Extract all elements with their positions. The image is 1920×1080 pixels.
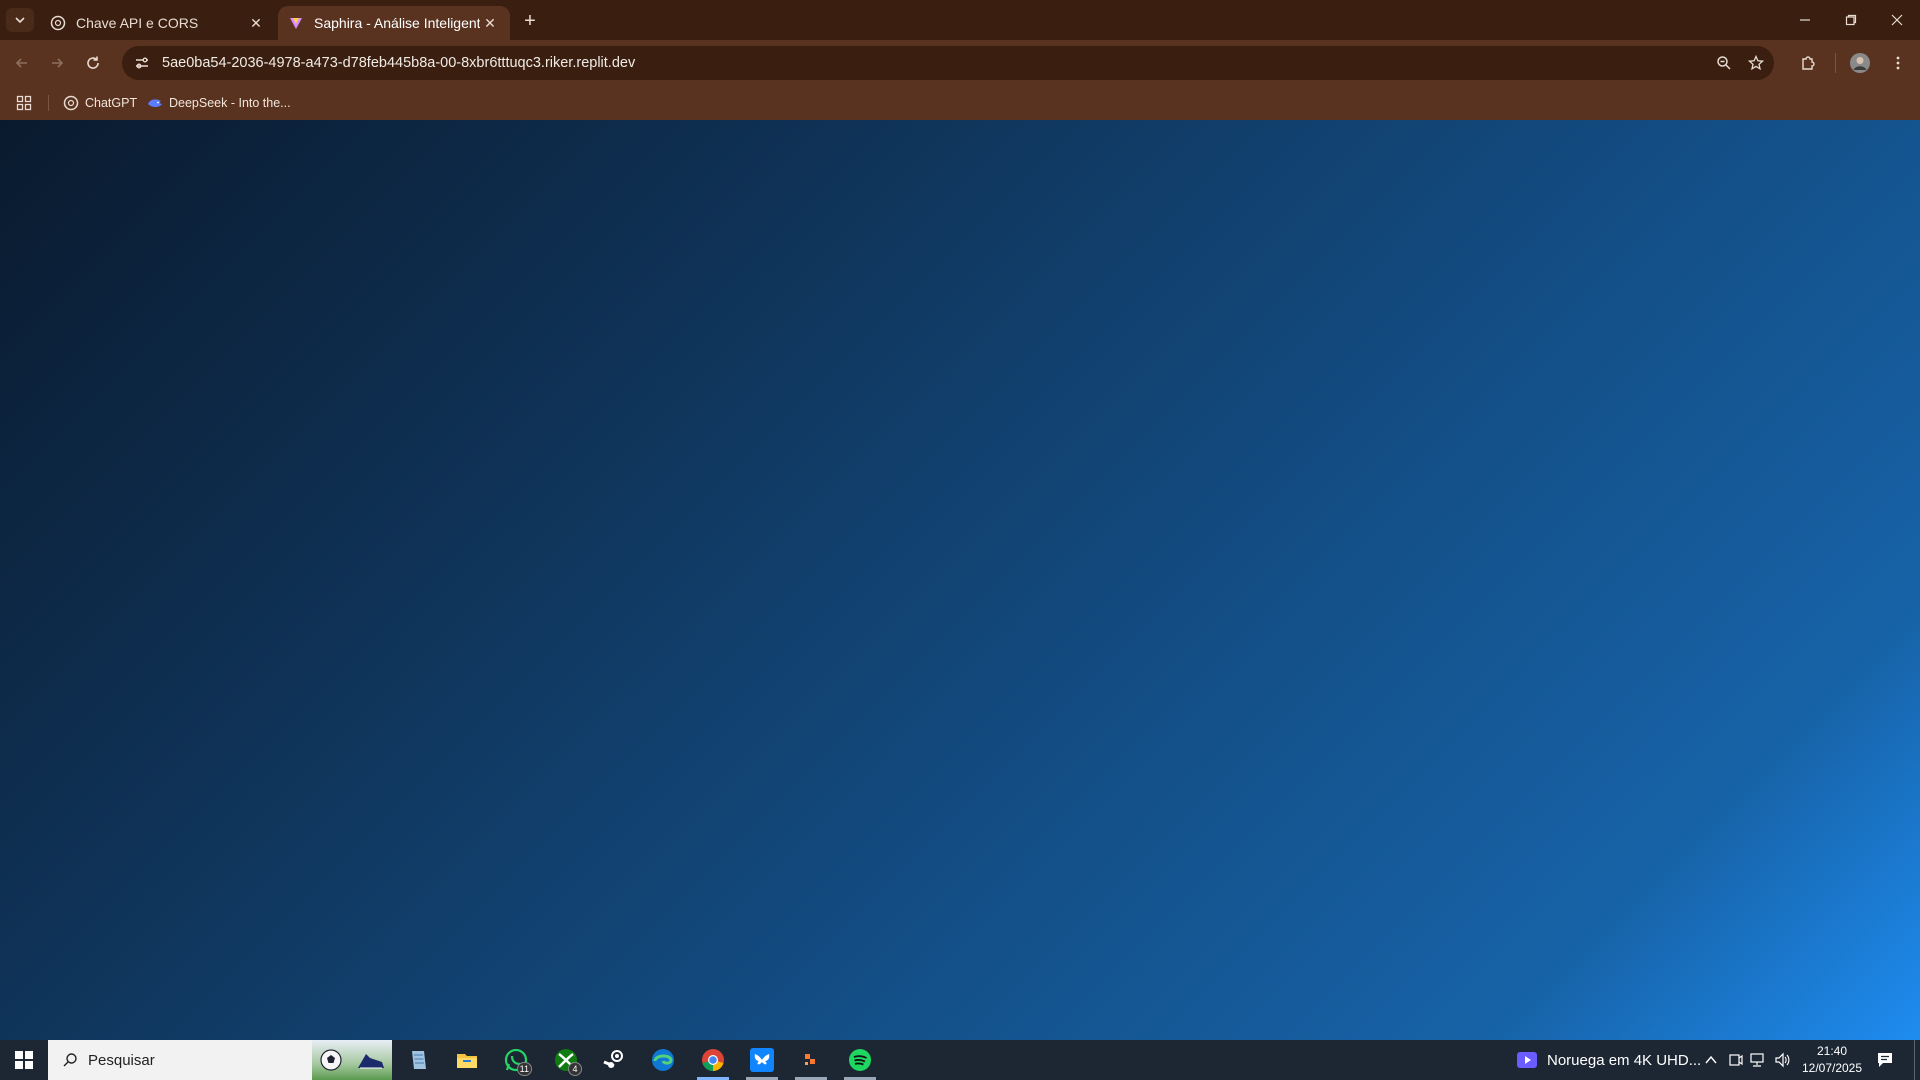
bookmark-star-icon[interactable]: [1744, 51, 1768, 75]
media-widget[interactable]: Noruega em 4K UHD...: [1516, 1040, 1701, 1080]
more-vertical-icon: [1896, 56, 1900, 70]
spotify-icon: [849, 1049, 871, 1071]
close-icon[interactable]: ✕: [246, 13, 266, 33]
site-info-icon[interactable]: [128, 49, 156, 77]
taskbar-app-xbox[interactable]: 4: [542, 1040, 590, 1080]
chatgpt-icon: [63, 95, 79, 111]
clock-date: 12/07/2025: [1801, 1061, 1863, 1075]
tray-volume-icon[interactable]: [1774, 1040, 1790, 1080]
start-button[interactable]: [0, 1040, 48, 1080]
url-text: 5ae0ba54-2036-4978-a473-d78feb445b8a-00-…: [162, 55, 636, 71]
show-desktop-button[interactable]: [1914, 1040, 1915, 1080]
puzzle-icon: [1802, 56, 1815, 70]
close-icon[interactable]: ✕: [480, 13, 500, 33]
bookmarks-divider: [48, 95, 49, 111]
close-window-button[interactable]: [1874, 0, 1920, 40]
bookmark-label: DeepSeek - Into the...: [169, 96, 291, 110]
edge-icon: [652, 1049, 674, 1071]
notepad-icon: [412, 1051, 426, 1069]
tray-meet-icon[interactable]: [1728, 1040, 1744, 1080]
arrow-left-icon: [15, 58, 27, 68]
show-hidden-icons-button[interactable]: [1704, 1040, 1718, 1080]
tab-title: Saphira - Análise Inteligente: [314, 15, 480, 31]
notification-icon: [1878, 1053, 1892, 1067]
taskbar-app-steam[interactable]: [590, 1040, 638, 1080]
search-highlight-image[interactable]: [312, 1040, 392, 1080]
camera-icon: [1729, 1054, 1743, 1066]
bookmark-deepseek[interactable]: DeepSeek - Into the...: [147, 92, 291, 114]
search-placeholder: Pesquisar: [88, 1051, 155, 1069]
toolbar-divider: [1835, 53, 1836, 73]
arrow-right-icon: [52, 58, 64, 68]
extensions-button[interactable]: [1796, 51, 1820, 75]
restore-icon: [1845, 14, 1857, 26]
taskbar-app-spotify[interactable]: [836, 1040, 884, 1080]
tab-chave-api[interactable]: Chave API e CORS ✕: [40, 6, 276, 40]
saphira-icon: [288, 15, 304, 31]
apps-button[interactable]: [16, 92, 32, 114]
reload-button[interactable]: [81, 51, 105, 75]
tray-network-icon[interactable]: [1750, 1040, 1768, 1080]
chevron-down-icon: [15, 17, 25, 24]
apps-grid-icon: [16, 95, 32, 111]
notification-badge: 11: [516, 1062, 532, 1076]
chevron-up-icon: [1705, 1055, 1717, 1064]
clock-time: 21:40: [1816, 1044, 1848, 1058]
volume-icon: [1775, 1052, 1790, 1068]
restore-button[interactable]: [1828, 0, 1874, 40]
taskbar-search[interactable]: Pesquisar: [48, 1040, 392, 1080]
taskbar-app-explorer[interactable]: [443, 1040, 491, 1080]
notification-center-button[interactable]: [1876, 1040, 1894, 1080]
taskbar-clock[interactable]: 21:40 12/07/2025: [1790, 1043, 1874, 1077]
tab-search-button[interactable]: [6, 8, 34, 32]
taskbar-app-chrome[interactable]: [689, 1040, 737, 1080]
chrome-icon: [702, 1049, 724, 1071]
tab-strip: Chave API e CORS ✕ Saphira - Análise Int…: [0, 0, 1920, 40]
address-bar[interactable]: 5ae0ba54-2036-4978-a473-d78feb445b8a-00-…: [122, 46, 1774, 80]
soccer-ball-icon: [319, 1049, 342, 1071]
menu-button[interactable]: [1886, 51, 1910, 75]
minimize-button[interactable]: [1782, 0, 1828, 40]
page-content-background: [0, 120, 1920, 1040]
bookmark-chatgpt[interactable]: ChatGPT: [63, 92, 137, 114]
file-explorer-icon: [457, 1054, 477, 1068]
windows-taskbar: Pesquisar 11 4 Noruega em 4K UHD... 21:4…: [0, 1040, 1920, 1080]
chatgpt-icon: [50, 15, 66, 31]
taskbar-app-unknown[interactable]: [787, 1040, 835, 1080]
browser-toolbar: 5ae0ba54-2036-4978-a473-d78feb445b8a-00-…: [0, 40, 1920, 86]
zoom-icon[interactable]: [1712, 51, 1736, 75]
taskbar-app-whatsapp[interactable]: 11: [492, 1040, 540, 1080]
windows-logo-icon: [15, 1051, 33, 1069]
taskbar-app-notepad[interactable]: [394, 1040, 442, 1080]
notification-badge: 4: [568, 1062, 582, 1076]
deepseek-icon: [147, 95, 163, 111]
forward-button[interactable]: [45, 51, 69, 75]
bluesky-icon: [750, 1048, 774, 1072]
minimize-icon: [1800, 19, 1810, 21]
taskbar-app-edge[interactable]: [639, 1040, 687, 1080]
search-icon: [60, 1050, 80, 1070]
avatar-icon: [1850, 53, 1870, 73]
back-button[interactable]: [10, 51, 34, 75]
profile-button[interactable]: [1848, 51, 1872, 75]
tab-saphira[interactable]: Saphira - Análise Inteligente ✕: [278, 6, 510, 40]
tab-title: Chave API e CORS: [76, 15, 199, 31]
soccer-boot-icon: [357, 1054, 384, 1069]
taskbar-app-bluesky[interactable]: [738, 1040, 786, 1080]
video-player-icon: [1517, 1052, 1537, 1068]
steam-icon: [603, 1050, 623, 1068]
media-title: Noruega em 4K UHD...: [1547, 1051, 1702, 1069]
reload-icon: [87, 56, 99, 69]
bookmarks-bar: ChatGPT DeepSeek - Into the...: [0, 86, 1920, 120]
close-icon: [1891, 14, 1903, 26]
unknown-app-icon: [805, 1054, 815, 1065]
network-icon: [1750, 1053, 1764, 1067]
new-tab-button[interactable]: +: [518, 9, 542, 33]
bookmark-label: ChatGPT: [85, 96, 138, 110]
